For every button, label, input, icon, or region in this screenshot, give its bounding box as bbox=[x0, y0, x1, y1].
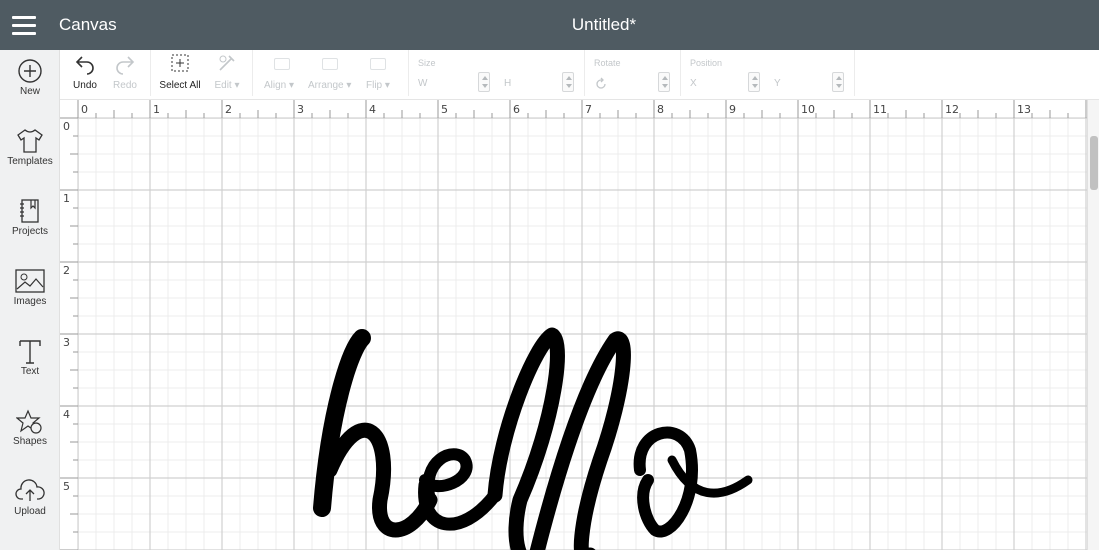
toolbar-divider bbox=[252, 50, 253, 96]
redo-button[interactable]: Redo bbox=[108, 50, 142, 100]
ruler-y-label: 2 bbox=[63, 264, 70, 277]
ruler-x-label: 13 bbox=[1017, 103, 1031, 116]
ruler-x-label: 5 bbox=[441, 103, 448, 116]
canvas-grid: 01234567891011121314012345 bbox=[60, 100, 1087, 550]
design-canvas[interactable]: 01234567891011121314012345 bbox=[60, 100, 1087, 550]
arrange-dropdown[interactable]: Arrange ▾ bbox=[308, 80, 351, 91]
top-bar: Canvas Untitled* bbox=[0, 0, 1099, 50]
rotate-icon bbox=[594, 77, 608, 96]
cloud-upload-icon bbox=[0, 470, 60, 506]
notebook-icon bbox=[0, 190, 60, 226]
y-stepper[interactable] bbox=[832, 72, 844, 92]
ruler-y-label: 0 bbox=[63, 120, 70, 133]
arrange-icon bbox=[322, 58, 338, 70]
horizontal-ruler bbox=[60, 100, 1087, 118]
ruler-x-label: 1 bbox=[153, 103, 160, 116]
align-dropdown[interactable]: Align ▾ bbox=[264, 80, 294, 91]
toolbar-divider bbox=[584, 50, 585, 96]
scrollbar-thumb[interactable] bbox=[1090, 136, 1098, 190]
left-sidebar: New Templates Projects Images Text Shape… bbox=[0, 50, 60, 550]
flip-dropdown[interactable]: Flip ▾ bbox=[366, 80, 390, 91]
ruler-x-label: 2 bbox=[225, 103, 232, 116]
select-all-button[interactable]: Select All bbox=[158, 50, 202, 100]
x-stepper[interactable] bbox=[748, 72, 760, 92]
position-label: Position bbox=[690, 58, 723, 68]
ruler-x-label: 4 bbox=[369, 103, 376, 116]
y-label: Y bbox=[774, 78, 781, 89]
ruler-x-label: 10 bbox=[801, 103, 815, 116]
rotate-label: Rotate bbox=[594, 58, 621, 68]
ruler-x-label: 7 bbox=[585, 103, 592, 116]
sidebar-item-images[interactable]: Images bbox=[0, 260, 60, 330]
height-stepper[interactable] bbox=[562, 72, 574, 92]
size-label: Size bbox=[418, 58, 436, 68]
toolbar: Undo Redo Select All Edit ▾ Align ▾ Arra… bbox=[60, 50, 1099, 100]
ruler-x-label: 8 bbox=[657, 103, 664, 116]
undo-button[interactable]: Undo bbox=[68, 50, 102, 100]
height-label: H bbox=[504, 78, 512, 89]
width-label: W bbox=[418, 78, 428, 89]
ruler-y-label: 5 bbox=[63, 480, 70, 493]
toolbar-divider bbox=[854, 50, 855, 96]
ruler-y-label: 4 bbox=[63, 408, 70, 421]
sidebar-item-text[interactable]: Text bbox=[0, 330, 60, 400]
sidebar-item-new[interactable]: New bbox=[0, 50, 60, 120]
sidebar-item-shapes[interactable]: Shapes bbox=[0, 400, 60, 470]
ruler-x-label: 3 bbox=[297, 103, 304, 116]
ruler-y-label: 3 bbox=[63, 336, 70, 349]
image-icon bbox=[0, 260, 60, 296]
shapes-icon bbox=[0, 400, 60, 436]
ruler-x-label: 6 bbox=[513, 103, 520, 116]
ruler-x-label: 11 bbox=[873, 103, 887, 116]
flip-icon bbox=[370, 58, 386, 70]
x-label: X bbox=[690, 78, 697, 89]
ruler-x-label: 9 bbox=[729, 103, 736, 116]
undo-icon bbox=[68, 50, 102, 80]
text-icon bbox=[0, 330, 60, 366]
document-title[interactable]: Untitled* bbox=[0, 15, 1099, 35]
ruler-x-label: 12 bbox=[945, 103, 959, 116]
width-stepper[interactable] bbox=[478, 72, 490, 92]
edit-icon bbox=[210, 50, 244, 80]
align-icon bbox=[274, 58, 290, 70]
hello-artwork[interactable] bbox=[313, 327, 753, 550]
sidebar-item-templates[interactable]: Templates bbox=[0, 120, 60, 190]
sidebar-item-projects[interactable]: Projects bbox=[0, 190, 60, 260]
toolbar-divider bbox=[150, 50, 151, 96]
toolbar-divider bbox=[680, 50, 681, 96]
vertical-scrollbar[interactable] bbox=[1087, 100, 1099, 550]
select-all-icon bbox=[158, 50, 202, 80]
redo-icon bbox=[108, 50, 142, 80]
rotate-stepper[interactable] bbox=[658, 72, 670, 92]
tshirt-icon bbox=[0, 120, 60, 156]
toolbar-divider bbox=[408, 50, 409, 96]
plus-circle-icon bbox=[0, 50, 60, 86]
edit-button[interactable]: Edit ▾ bbox=[210, 50, 244, 100]
ruler-x-label: 0 bbox=[81, 103, 88, 116]
sidebar-item-upload[interactable]: Upload bbox=[0, 470, 60, 540]
ruler-y-label: 1 bbox=[63, 192, 70, 205]
